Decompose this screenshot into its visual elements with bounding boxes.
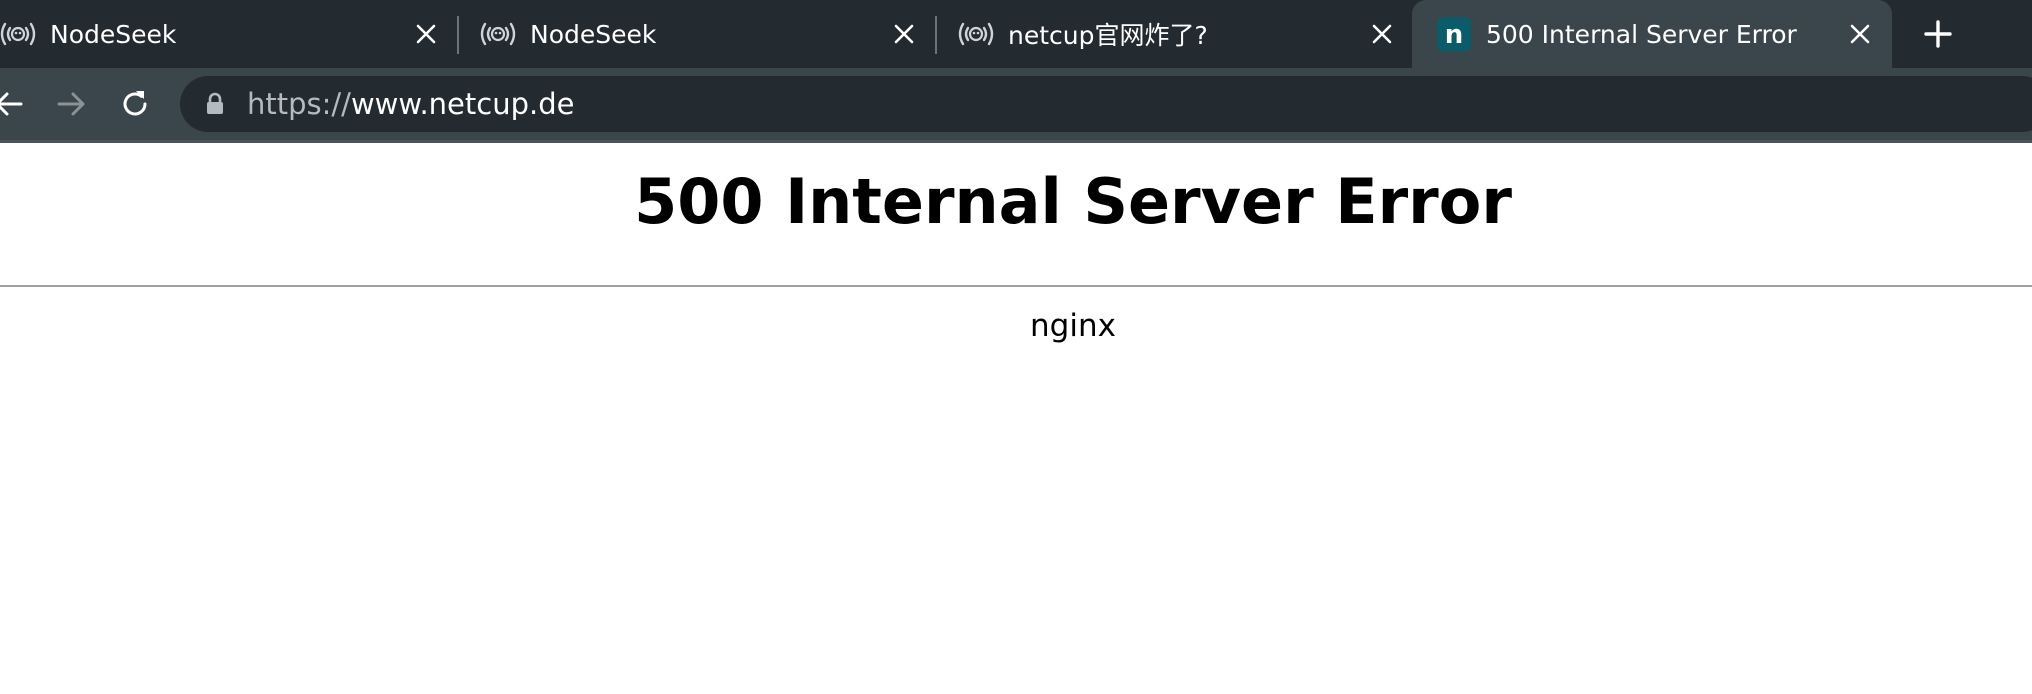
plus-icon — [1924, 20, 1952, 48]
navigation-toolbar: https://www.netcup.de — [0, 68, 2032, 140]
tab-nodeseek-2[interactable]: NodeSeek — [478, 0, 934, 68]
url-host: www.netcup.de — [350, 87, 575, 121]
close-icon[interactable] — [886, 16, 922, 52]
url-scheme: https:// — [247, 87, 351, 121]
arrow-left-icon — [0, 92, 23, 116]
tab-nodeseek-1[interactable]: NodeSeek — [0, 0, 456, 68]
browser-window: NodeSeek NodeSeek netcup官网炸了? n 500 Inte… — [0, 0, 2032, 694]
favicon-letter: n — [1445, 20, 1464, 50]
horizontal-rule — [0, 285, 2032, 287]
tab-separator — [935, 16, 937, 54]
tab-title: netcup官网炸了? — [1008, 21, 1208, 50]
address-bar[interactable]: https://www.netcup.de — [180, 76, 2032, 132]
page-content: 500 Internal Server Error nginx — [0, 143, 2032, 694]
tab-separator — [457, 16, 459, 54]
broadcast-icon — [956, 14, 996, 54]
back-button[interactable] — [0, 83, 30, 125]
tab-title: NodeSeek — [50, 19, 177, 49]
close-icon[interactable] — [408, 16, 444, 52]
broadcast-icon — [0, 14, 38, 54]
server-signature: nginx — [1030, 308, 1116, 344]
tab-netcup-discussion[interactable]: netcup官网炸了? — [956, 0, 1412, 68]
close-icon[interactable] — [1842, 16, 1878, 52]
reload-icon — [123, 91, 147, 116]
arrow-right-icon — [57, 92, 85, 116]
forward-button[interactable] — [50, 83, 92, 125]
netcup-favicon-icon: n — [1434, 14, 1474, 54]
reload-button[interactable] — [114, 83, 156, 125]
close-icon[interactable] — [1364, 16, 1400, 52]
broadcast-icon — [478, 14, 518, 54]
lock-icon[interactable] — [204, 92, 226, 116]
url-text[interactable]: https://www.netcup.de — [247, 76, 574, 132]
tab-title: NodeSeek — [530, 19, 657, 49]
new-tab-button[interactable] — [1918, 14, 1958, 54]
tab-500-error[interactable]: n 500 Internal Server Error — [1412, 0, 1892, 68]
tab-strip: NodeSeek NodeSeek netcup官网炸了? n 500 Inte… — [0, 0, 2032, 68]
error-heading: 500 Internal Server Error — [634, 165, 1512, 238]
tab-title: 500 Internal Server Error — [1486, 19, 1797, 49]
